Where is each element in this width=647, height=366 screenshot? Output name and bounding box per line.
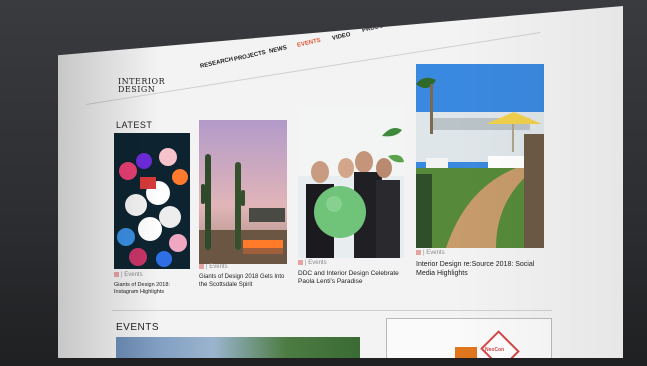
nav-news[interactable]: NEWS	[269, 45, 288, 55]
latest-card-image-1[interactable]	[114, 133, 190, 269]
neocon-logo-text: NeoCon	[485, 347, 505, 353]
party-group-image	[298, 106, 404, 258]
events-banner-image[interactable]	[116, 337, 360, 358]
tag-icon	[114, 272, 119, 277]
balloons-image	[114, 133, 190, 269]
tag-icon	[298, 260, 303, 265]
nav-productfind[interactable]: PRODUCTFIND	[362, 18, 406, 34]
nav-events[interactable]: EVENTS	[297, 38, 322, 49]
latest-card-image-2[interactable]	[199, 120, 287, 264]
tag-icon	[416, 250, 421, 255]
photo-scene: INTERIOR DESIGN RESEARCH PROJECTS NEWS E…	[0, 0, 647, 366]
latest-card-caption-4[interactable]: Interior Design re:Source 2018: Social M…	[416, 261, 546, 279]
projection-screen: INTERIOR DESIGN RESEARCH PROJECTS NEWS E…	[58, 6, 623, 358]
tag-icon	[199, 264, 204, 269]
latest-card-tag-3[interactable]: | Events	[298, 260, 327, 266]
latest-card-image-3[interactable]	[298, 106, 404, 258]
desert-image	[199, 120, 287, 264]
advert-square	[455, 347, 477, 358]
site-logo[interactable]: INTERIOR DESIGN	[118, 78, 165, 94]
latest-heading: LATEST	[116, 120, 153, 130]
latest-card-caption-2[interactable]: Giants of Design 2018 Gets Into the Scot…	[199, 274, 291, 289]
nav-nycxd[interactable]: NYCXD	[419, 11, 441, 22]
latest-card-caption-3[interactable]: DDC and Interior Design Celebrate Paola …	[298, 270, 408, 286]
nav-research[interactable]: RESEARCH	[200, 57, 234, 70]
nav-projects[interactable]: PROJECTS	[234, 50, 267, 63]
section-divider	[112, 310, 552, 311]
garden-image	[416, 64, 544, 248]
nav-video[interactable]: VIDEO	[332, 32, 352, 42]
latest-card-caption-1[interactable]: Giants of Design 2018: Instagram Highlig…	[114, 282, 194, 296]
advert-box[interactable]: NeoCon	[386, 318, 552, 358]
events-heading: EVENTS	[116, 322, 160, 333]
latest-card-tag-4[interactable]: | Events	[416, 250, 445, 256]
latest-card-image-4[interactable]	[416, 64, 544, 248]
latest-card-tag-1[interactable]: | Events	[114, 272, 143, 278]
latest-card-tag-2[interactable]: | Events	[199, 264, 228, 270]
